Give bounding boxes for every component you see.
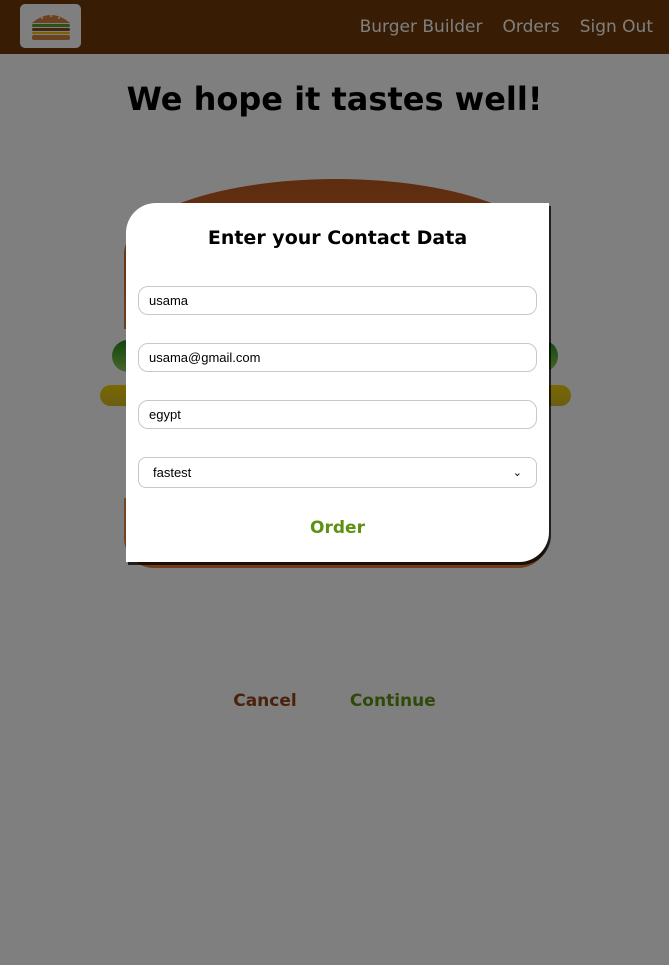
email-field[interactable] — [138, 343, 537, 372]
name-field[interactable] — [138, 286, 537, 315]
chevron-down-icon: ⌄ — [512, 467, 522, 479]
delivery-method-value: fastest — [153, 465, 192, 480]
delivery-method-select[interactable]: fastest ⌄ — [138, 457, 537, 488]
modal-title: Enter your Contact Data — [207, 227, 468, 249]
order-button[interactable]: Order — [126, 517, 549, 539]
country-field[interactable] — [138, 400, 537, 429]
contact-data-modal: Enter your Contact Data fastest ⌄ Order — [126, 203, 549, 562]
